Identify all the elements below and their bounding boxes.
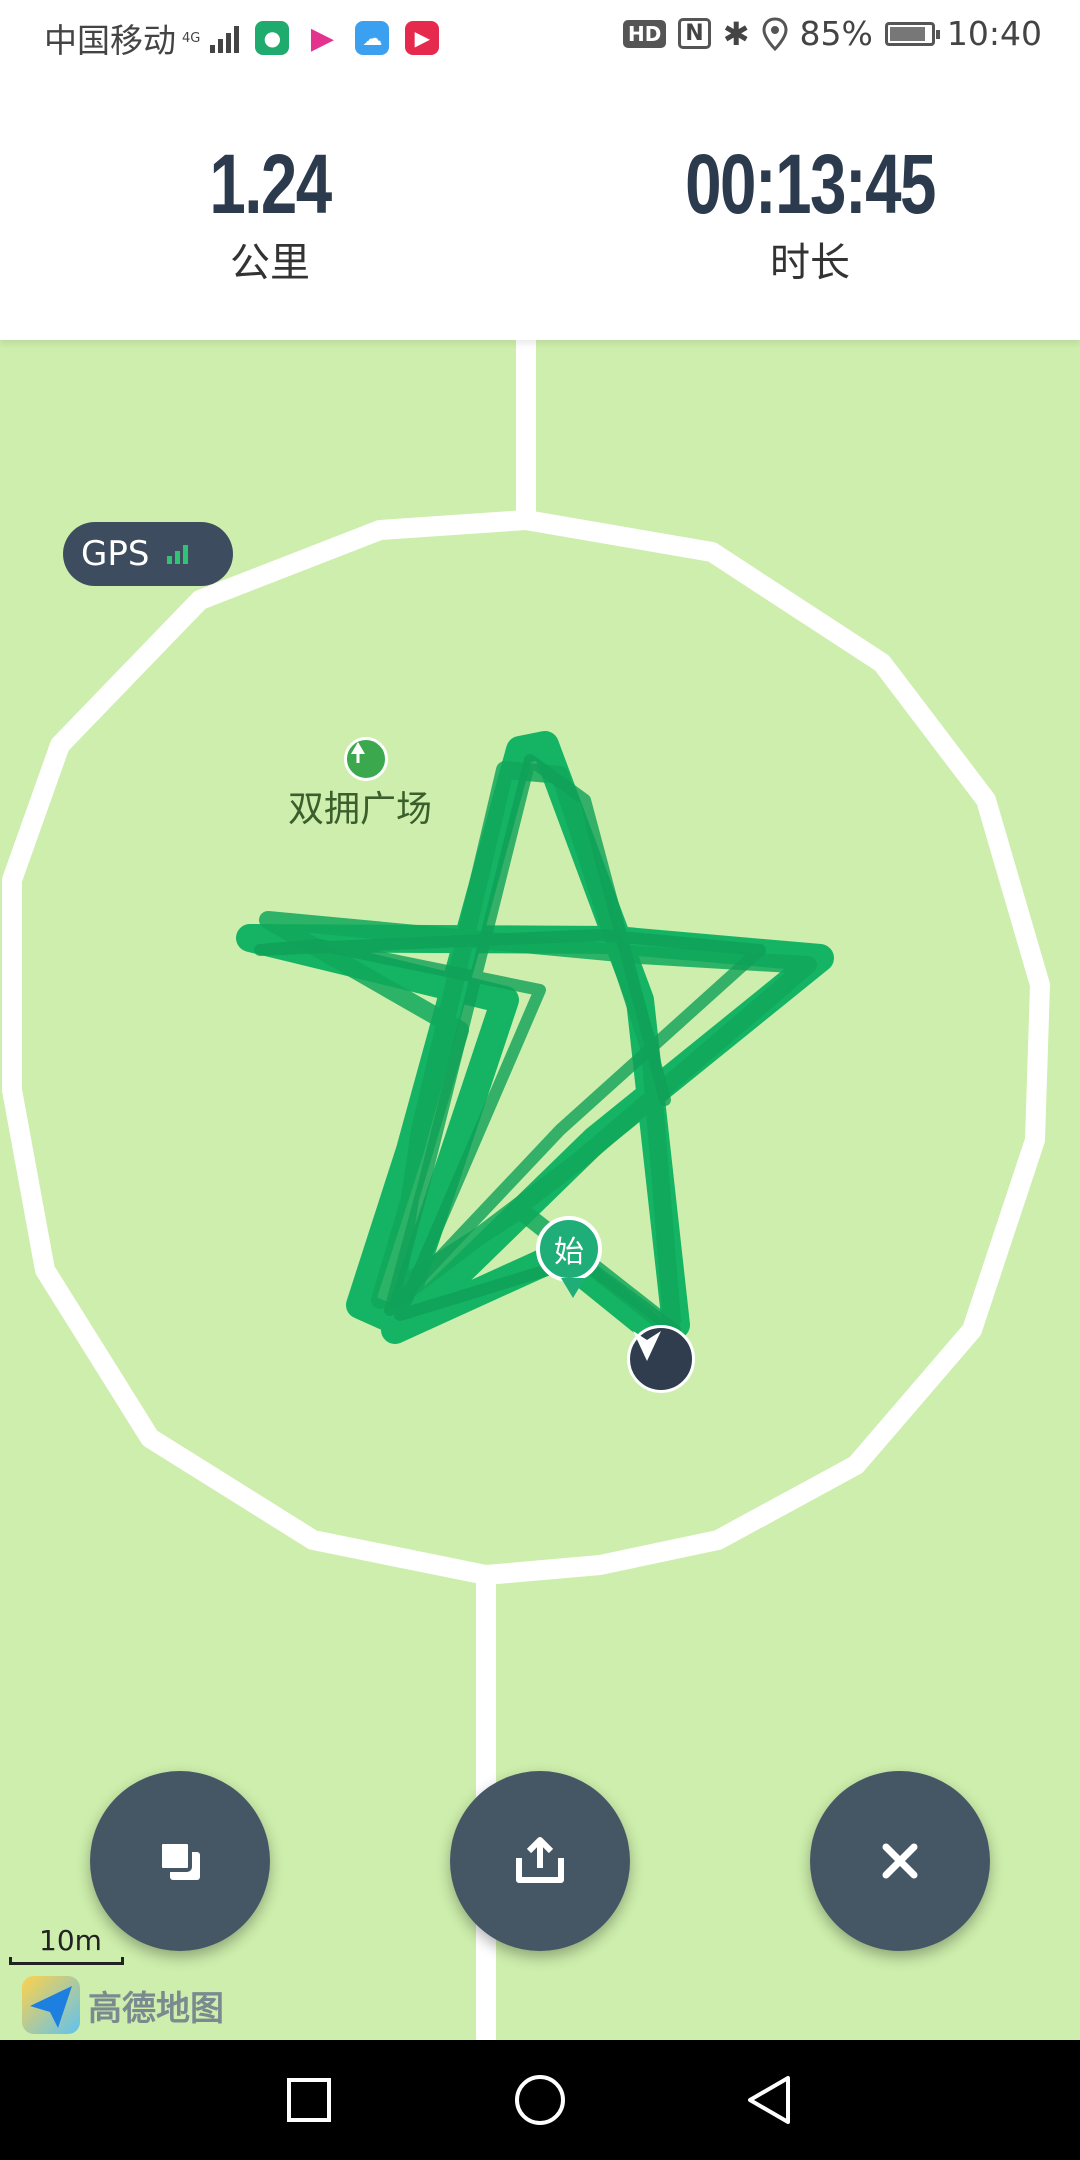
amap-logo-icon <box>22 1976 80 2034</box>
gps-label: GPS <box>81 534 150 574</box>
duration-unit: 时长 <box>770 240 850 286</box>
scale-line <box>9 1957 124 1965</box>
home-button[interactable] <box>510 2070 570 2130</box>
battery-icon <box>884 21 940 46</box>
clock: 10:40 <box>946 14 1042 53</box>
back-icon <box>748 2076 790 2124</box>
cloud-app-icon: ☁ <box>355 21 390 55</box>
current-location-marker[interactable] <box>627 1325 695 1393</box>
map-scale-bar: 10m <box>9 1924 124 1965</box>
share-button[interactable] <box>450 1771 630 1951</box>
system-navigation-bar <box>0 2040 1080 2160</box>
status-bar: 中国移动 4G ● ▶ ☁ ▶ HD N ✱ 85% 10:40 <box>0 0 1080 72</box>
park-icon[interactable] <box>344 737 388 781</box>
distance-stat: 1.24 公里 <box>70 142 470 288</box>
nfc-icon: N <box>678 18 711 49</box>
signal-icon <box>210 23 240 53</box>
close-button[interactable] <box>810 1771 990 1951</box>
share-icon <box>516 1837 564 1883</box>
home-icon <box>515 2075 565 2125</box>
close-icon <box>882 1843 918 1879</box>
network-type: 4G <box>182 30 201 46</box>
gps-signal-icon <box>167 544 189 564</box>
video-app-icon: ▶ <box>310 20 334 56</box>
map-provider-name: 高德地图 <box>88 1988 224 2029</box>
map-provider-logo: 高德地图 <box>22 1976 224 2034</box>
poi-label[interactable]: 双拥广场 <box>288 780 432 832</box>
roundabout-road <box>2 510 1050 1585</box>
app-notification-icon: ● <box>255 21 290 55</box>
hd-icon: HD <box>622 19 667 48</box>
start-marker[interactable]: 始 <box>536 1216 602 1298</box>
gps-status-chip: GPS <box>63 522 233 586</box>
location-icon <box>762 16 788 51</box>
start-marker-label: 始 <box>554 1235 584 1270</box>
duration-value: 00:13:45 <box>685 137 936 231</box>
layers-icon <box>158 1840 200 1880</box>
bluetooth-icon: ✱ <box>722 14 750 53</box>
back-button[interactable] <box>740 2070 800 2130</box>
duration-stat: 00:13:45 时长 <box>610 142 1010 288</box>
recent-apps-icon <box>287 2078 331 2122</box>
workout-stats-panel: 1.24 公里 00:13:45 时长 <box>0 72 1080 340</box>
navigation-arrow-icon <box>633 1331 661 1361</box>
distance-value: 1.24 <box>209 137 332 231</box>
recent-apps-button[interactable] <box>279 2070 339 2130</box>
scale-label: 10m <box>39 1924 102 1957</box>
carrier-name: 中国移动 <box>44 21 176 60</box>
distance-unit: 公里 <box>230 240 310 286</box>
media-app-icon: ▶ <box>405 21 440 55</box>
battery-percent: 85% <box>799 14 873 53</box>
layers-button[interactable] <box>90 1771 270 1951</box>
route-track <box>236 731 834 1354</box>
